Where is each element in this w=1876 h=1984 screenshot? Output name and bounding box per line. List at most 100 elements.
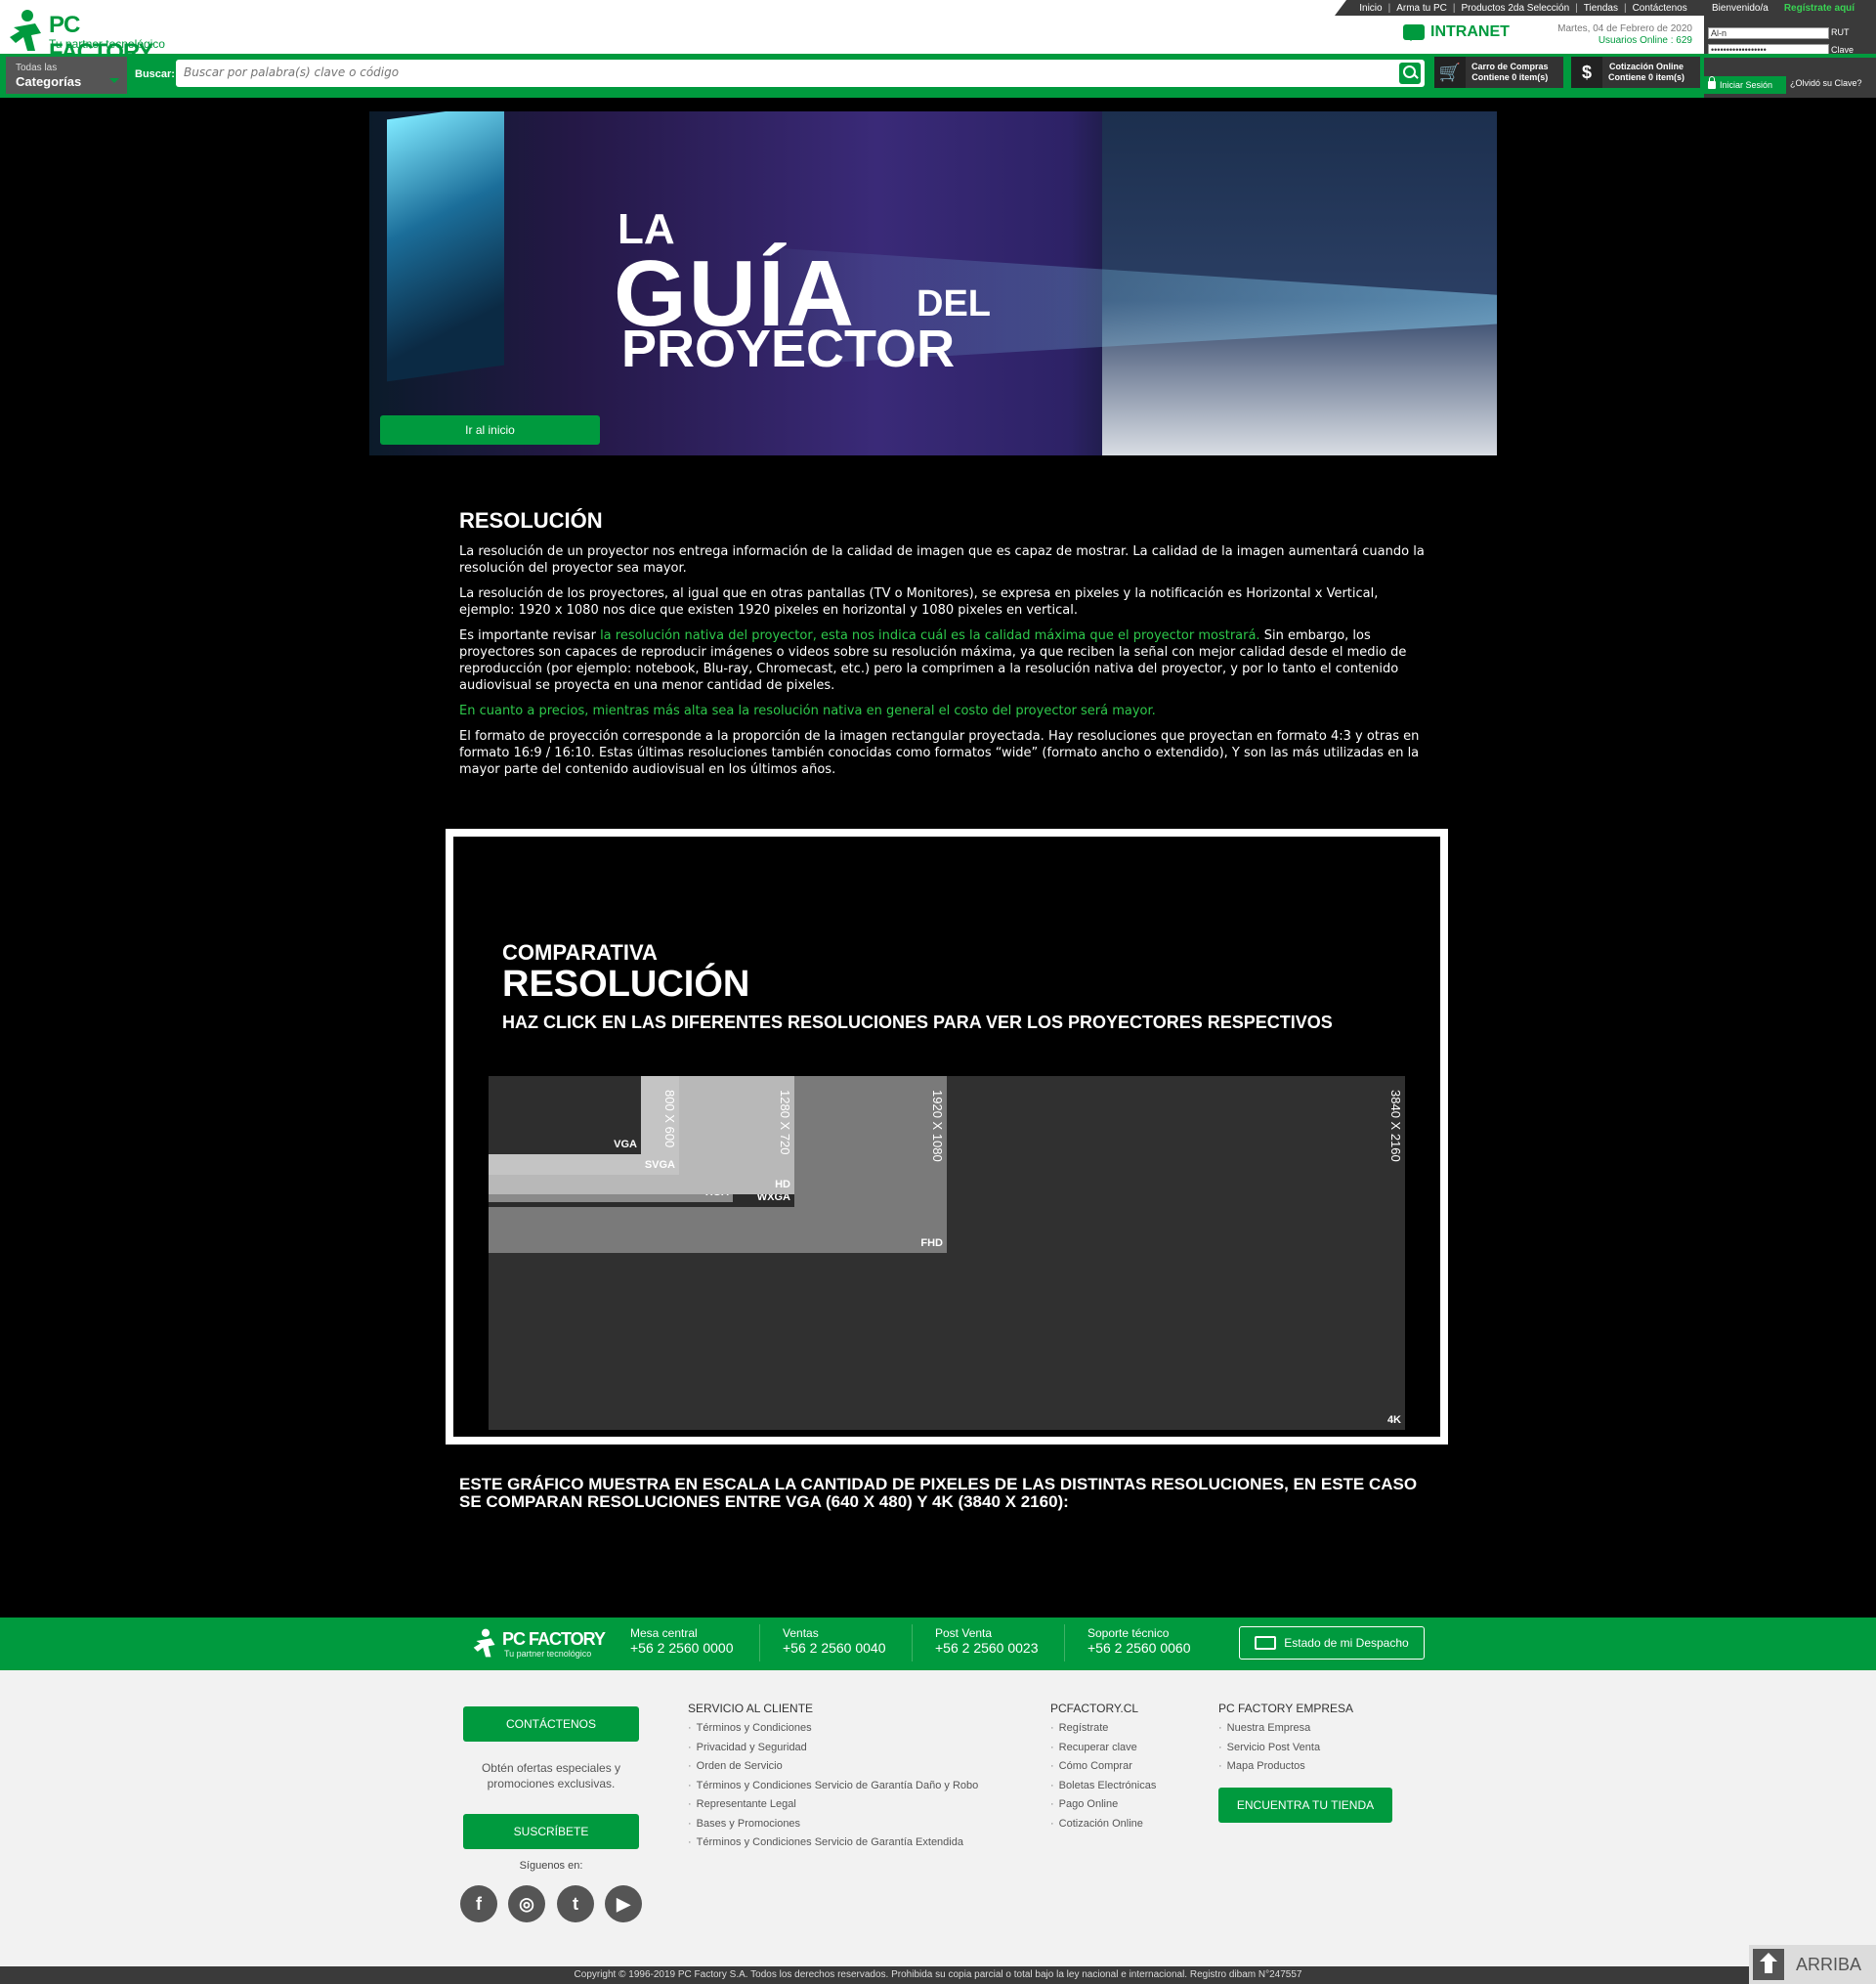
login-button[interactable]: Iniciar Sesión (1704, 76, 1786, 94)
welcome-text: Bienvenido/a (1712, 2, 1769, 14)
footer-link[interactable]: Bases y Promociones (688, 1815, 978, 1834)
back-to-top-label: ARRIBA (1796, 1954, 1862, 1974)
hero-banner: LA GUÍA DEL PROYECTOR (369, 111, 1497, 455)
resolution-dimensions: 1920 X 1080 (930, 1090, 945, 1162)
footer-link[interactable]: Regístrate (1050, 1719, 1156, 1739)
resolution-label: FHD (920, 1237, 943, 1249)
categories-big: Categorías (16, 74, 82, 89)
contact-mesa-central: Mesa central +56 2 2560 0000 (630, 1626, 734, 1656)
top-nav-arma-tu-pc[interactable]: Arma tu PC (1396, 3, 1447, 14)
runner-logo-icon (473, 1628, 495, 1658)
intranet-link[interactable]: INTRANET (1403, 23, 1510, 41)
footer-link[interactable]: Boletas Electrónicas (1050, 1777, 1157, 1796)
cart-count: Contiene 0 item(s) (1471, 72, 1549, 82)
contact-ventas: Ventas +56 2 2560 0040 (783, 1626, 886, 1656)
search-icon[interactable] (1399, 63, 1421, 84)
phone-number[interactable]: +56 2 2560 0040 (783, 1640, 886, 1656)
resolution-dimensions: 1280 X 720 (778, 1090, 792, 1155)
resolution-vga[interactable]: VGA (489, 1076, 641, 1154)
chevron-down-icon (109, 78, 119, 88)
forgot-password-link[interactable]: ¿Olvidó su Clave? (1790, 78, 1862, 88)
quote-title: Cotización Online (1609, 62, 1684, 71)
footer-link[interactable]: Cómo Comprar (1050, 1757, 1156, 1777)
chat-icon (1403, 24, 1425, 41)
find-store-button[interactable]: ENCUENTRA TU TIENDA (1218, 1788, 1392, 1823)
resolution-label: 4K (1386, 1414, 1401, 1426)
dollar-icon: $ (1571, 57, 1602, 88)
comparison-kicker: COMPARATIVA (502, 940, 658, 965)
cart-button[interactable]: 🛒 Carro de Compras Contiene 0 item(s) (1434, 57, 1563, 88)
nav-bar: Todas las Categorías Buscar: 🛒 Carro de … (0, 57, 1704, 98)
runner-logo-icon (10, 10, 41, 51)
follow-us-label: Síguenos en: (519, 1860, 583, 1872)
footer-link[interactable]: Términos y Condiciones Servicio de Garan… (688, 1833, 978, 1853)
quote-button[interactable]: $ Cotización Online Contiene 0 item(s) (1571, 57, 1700, 88)
resolution-chart: 4K3840 X 2160FHD1920 X 1080WXGAXGA1024 X… (489, 1076, 1405, 1430)
divider (1064, 1624, 1065, 1661)
rut-label: RUT (1831, 27, 1850, 37)
top-nav-2da-seleccion[interactable]: Productos 2da Selección (1462, 3, 1570, 14)
top-nav-inicio[interactable]: Inicio (1359, 3, 1382, 14)
rut-input[interactable]: Al-n (1708, 27, 1829, 39)
subscribe-button[interactable]: SUSCRÍBETE (463, 1814, 639, 1849)
register-link[interactable]: Regístrate aquí (1784, 3, 1855, 14)
article-paragraph-5: El formato de proyección corresponde a l… (459, 729, 1420, 777)
shipping-status-button[interactable]: Estado de mi Despacho (1239, 1626, 1425, 1660)
footer-col-empresa: PC FACTORY EMPRESA Nuestra Empresa Servi… (1218, 1702, 1353, 1777)
users-online: Usuarios Online : 629 (1598, 35, 1692, 46)
phone-number[interactable]: +56 2 2560 0000 (630, 1640, 734, 1656)
date-box: Martes, 04 de Febrero de 2020 Usuarios O… (1495, 23, 1692, 47)
footer-link[interactable]: Términos y Condiciones Servicio de Garan… (688, 1777, 979, 1796)
categories-small: Todas las (16, 63, 58, 73)
categories-button[interactable]: Todas las Categorías (6, 57, 127, 94)
brand-tagline: Tu partner tecnológico (49, 37, 165, 51)
go-home-button[interactable]: Ir al inicio (380, 415, 600, 445)
shipping-status-label: Estado de mi Despacho (1284, 1636, 1409, 1650)
banner-title-proyector: PROYECTOR (621, 320, 956, 378)
divider (912, 1624, 913, 1661)
phone-number[interactable]: +56 2 2560 0060 (1087, 1640, 1191, 1656)
pcfactory-logo[interactable]: PC FACTORY Tu partner tecnológico (6, 8, 182, 65)
truck-icon (1255, 1636, 1277, 1650)
footer-link[interactable]: Pago Online (1050, 1795, 1156, 1815)
top-nav-tiendas[interactable]: Tiendas (1584, 3, 1618, 14)
resolution-label: SVGA (644, 1159, 675, 1171)
copyright-bar: Copyright © 1996-2019 PC Factory S.A. To… (0, 1966, 1876, 1984)
footer-link[interactable]: Cotización Online (1050, 1815, 1156, 1834)
twitter-icon[interactable]: t (557, 1885, 594, 1922)
current-date: Martes, 04 de Febrero de 2020 (1557, 23, 1692, 34)
youtube-icon[interactable]: ▶ (605, 1885, 642, 1922)
facebook-icon[interactable]: f (460, 1885, 497, 1922)
welcome-bar: Bienvenido/a Regístrate aquí (1706, 0, 1876, 16)
footer-link[interactable]: Representante Legal (688, 1795, 978, 1815)
site-header: PC FACTORY Tu partner tecnológico Inicio… (0, 0, 1876, 98)
phone-number[interactable]: +56 2 2560 0023 (935, 1640, 1039, 1656)
resolution-label: HD (775, 1179, 790, 1190)
search-label: Buscar: (135, 68, 175, 80)
resolution-label: VGA (614, 1139, 637, 1150)
footer-col-title: PC FACTORY EMPRESA (1218, 1702, 1354, 1715)
login-label: Iniciar Sesión (1720, 80, 1773, 90)
footer-link[interactable]: Recuperar clave (1050, 1739, 1156, 1758)
footer-link[interactable]: Privacidad y Seguridad (688, 1739, 978, 1758)
footer-link[interactable]: Orden de Servicio (688, 1757, 978, 1777)
contact-button[interactable]: CONTÁCTENOS (463, 1706, 639, 1742)
instagram-icon[interactable]: ◎ (508, 1885, 545, 1922)
search-input[interactable] (184, 60, 1386, 85)
resolution-article: RESOLUCIÓN La resolución de un proyector… (459, 508, 1436, 787)
footer-link[interactable]: Términos y Condiciones (688, 1719, 978, 1739)
contact-soporte: Soporte técnico +56 2 2560 0060 (1087, 1626, 1191, 1656)
footer-link[interactable]: Mapa Productos (1218, 1757, 1353, 1777)
top-nav: Inicio | Arma tu PC | Productos 2da Selecc… (1335, 0, 1712, 16)
top-nav-contactenos[interactable]: Contáctenos (1633, 3, 1687, 14)
quote-count: Contiene 0 item(s) (1608, 72, 1685, 82)
resolution-dimensions: 800 X 600 (662, 1090, 677, 1148)
back-to-top-button[interactable]: ARRIBA (1749, 1945, 1876, 1984)
footer-col-pcfactory: PCFACTORY.CL Regístrate Recuperar clave … (1050, 1702, 1156, 1833)
resolution-dimensions: 3840 X 2160 (1388, 1090, 1403, 1162)
search-box (176, 60, 1425, 87)
article-paragraph-3: Es importante revisar la resolución nati… (459, 628, 1407, 693)
footer-col-title: PCFACTORY.CL (1050, 1702, 1139, 1715)
footer-link[interactable]: Nuestra Empresa (1218, 1719, 1353, 1739)
footer-link[interactable]: Servicio Post Venta (1218, 1739, 1353, 1758)
